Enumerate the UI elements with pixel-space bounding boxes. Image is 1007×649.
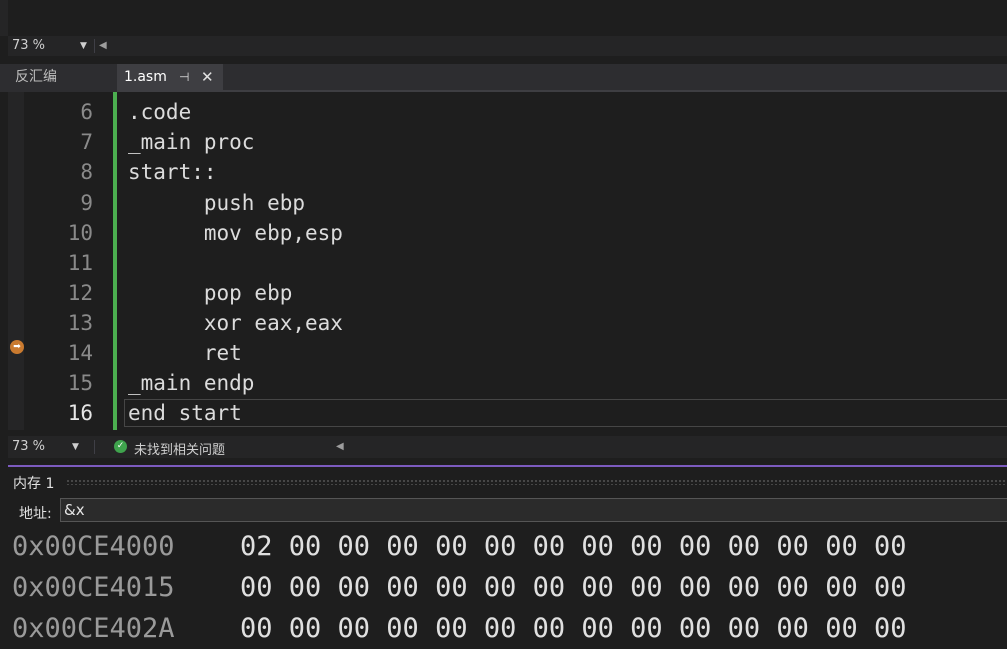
panel-grip[interactable]: [66, 479, 1007, 485]
zoom-level-combo[interactable]: 73 %: [12, 38, 45, 53]
code-line[interactable]: ret: [128, 338, 242, 368]
chevron-down-icon[interactable]: ▼: [80, 36, 87, 56]
line-number: 9: [80, 191, 93, 215]
change-tracking-bar: [113, 92, 117, 430]
memory-row[interactable]: 0x00CE402A 00 00 00 00 00 00 00 00 00 00 …: [12, 609, 906, 649]
address-input[interactable]: &x: [60, 498, 1007, 522]
line-number-current: 16: [67, 401, 93, 425]
memory-address: 0x00CE4000: [12, 531, 175, 562]
code-line[interactable]: xor eax,eax: [128, 308, 343, 338]
tab-label: 1.asm: [124, 69, 167, 85]
memory-address: 0x00CE402A: [12, 613, 175, 644]
memory-address: 0x00CE4015: [12, 572, 175, 603]
memory-bytes[interactable]: 02 00 00 00 00 00 00 00 00 00 00 00 00 0…: [240, 531, 906, 562]
zoom-level-combo[interactable]: 73 %: [12, 439, 45, 454]
line-number: 8: [80, 160, 93, 184]
chevron-down-icon[interactable]: ▼: [72, 436, 79, 458]
line-number: 10: [67, 221, 93, 245]
line-number: 12: [67, 281, 93, 305]
line-number: 13: [67, 311, 93, 335]
top-zoom-bar: 73 % ▼ ◀: [8, 36, 1007, 56]
memory-row[interactable]: 0x00CE4000 02 00 00 00 00 00 00 00 00 00 …: [12, 527, 906, 567]
memory-row[interactable]: 0x00CE4015 00 00 00 00 00 00 00 00 00 00 …: [12, 568, 906, 608]
separator: [94, 39, 95, 53]
check-circle-icon[interactable]: ✓: [114, 440, 127, 453]
pin-icon[interactable]: ⊣: [179, 64, 189, 90]
line-number: 11: [67, 251, 93, 275]
tab-disassembly[interactable]: 反汇编: [6, 64, 112, 90]
code-line[interactable]: _main proc: [128, 127, 254, 157]
editor-status-bar: 73 % ▼ ✓ 未找到相关问题 ◀: [8, 436, 1007, 458]
instruction-pointer-icon[interactable]: ➡: [10, 340, 24, 354]
line-number: 7: [80, 130, 93, 154]
tab-1-asm[interactable]: 1.asm ⊣ ✕: [117, 64, 223, 90]
memory-bytes[interactable]: 00 00 00 00 00 00 00 00 00 00 00 00 00 0…: [240, 613, 906, 644]
separator: [94, 440, 95, 454]
code-line[interactable]: push ebp: [128, 188, 305, 218]
document-tab-strip: 反汇编 1.asm ⊣ ✕: [0, 64, 1007, 92]
no-issues-status[interactable]: 未找到相关问题: [134, 439, 225, 458]
code-line[interactable]: .code: [128, 97, 191, 127]
memory-bytes[interactable]: 00 00 00 00 00 00 00 00 00 00 00 00 00 0…: [240, 572, 906, 603]
address-label: 地址:: [19, 506, 52, 522]
memory-window: 内存 1 地址: &x 0x00CE4000 02 00 00 00 00 00 …: [8, 467, 1007, 645]
line-number: 14: [67, 341, 93, 365]
code-line-current[interactable]: end start: [128, 398, 242, 428]
memory-window-title: 内存 1: [13, 476, 55, 492]
code-line[interactable]: start::: [128, 157, 217, 187]
code-line[interactable]: mov ebp,esp: [128, 218, 343, 248]
indicator-margin[interactable]: [8, 92, 24, 430]
disassembly-pane-remnant: [0, 0, 1007, 36]
close-icon[interactable]: ✕: [201, 64, 214, 90]
scroll-left-icon[interactable]: ◀: [99, 36, 107, 56]
scroll-left-icon[interactable]: ◀: [336, 436, 344, 458]
line-number: 15: [67, 371, 93, 395]
code-line[interactable]: pop ebp: [128, 278, 293, 308]
current-line-highlight: [124, 399, 1007, 427]
code-line[interactable]: _main endp: [128, 368, 254, 398]
line-number: 6: [80, 100, 93, 124]
